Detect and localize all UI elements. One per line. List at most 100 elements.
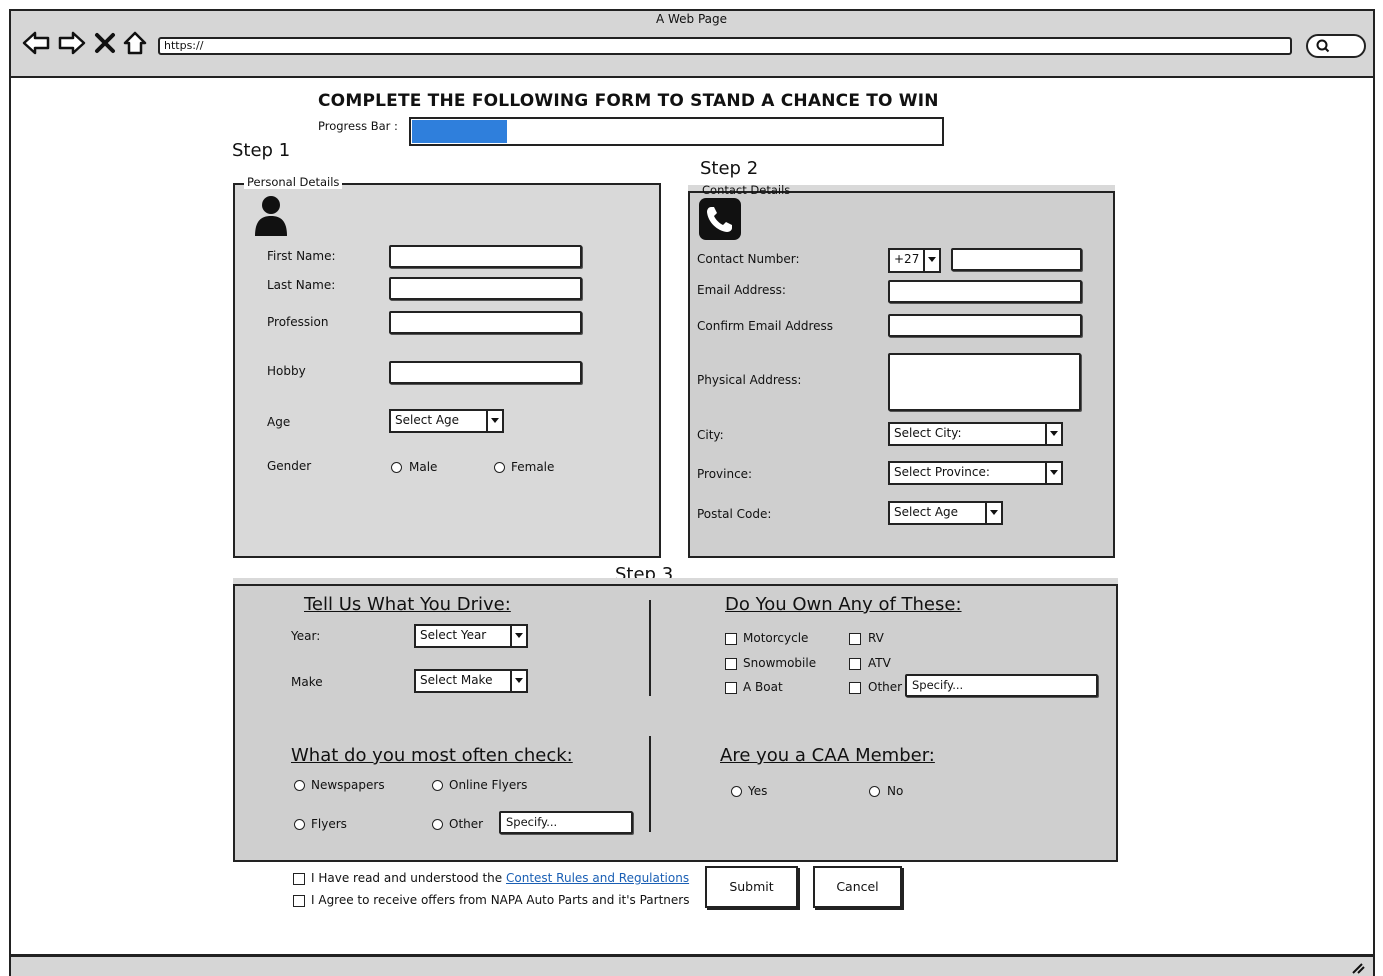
home-icon[interactable] xyxy=(122,30,148,56)
check-heading: What do you most often check: xyxy=(291,745,573,766)
check-specify-placeholder: Specify... xyxy=(506,815,558,829)
resize-grip-icon[interactable] xyxy=(1351,962,1365,974)
confirm-email-input[interactable] xyxy=(888,314,1082,337)
rv-label: RV xyxy=(868,631,884,645)
contact-details-legend: Contact Details xyxy=(702,183,791,197)
online-flyers-label: Online Flyers xyxy=(449,778,528,792)
email-label: Email Address: xyxy=(697,283,786,297)
rules-agree-prefix: I Have read and understood the xyxy=(311,871,503,885)
window-title: A Web Page xyxy=(655,12,728,26)
chevron-down-icon xyxy=(923,250,939,271)
profession-input[interactable] xyxy=(389,311,582,334)
year-select[interactable]: Select Year xyxy=(414,624,528,648)
rules-agree-checkbox[interactable] xyxy=(293,873,305,885)
step-3-panel-top xyxy=(233,578,1118,584)
own-other-specify-input[interactable]: Specify... xyxy=(905,674,1098,697)
year-label: Year: xyxy=(291,629,321,643)
last-name-input[interactable] xyxy=(389,277,582,300)
age-select-value: Select Age xyxy=(395,413,460,427)
offers-checkbox[interactable] xyxy=(293,895,305,907)
country-code-select[interactable]: +27 xyxy=(888,248,941,273)
age-label: Age xyxy=(267,415,291,429)
flyers-radio[interactable] xyxy=(294,819,305,830)
atv-checkbox[interactable] xyxy=(849,658,861,670)
snowmobile-label: Snowmobile xyxy=(743,656,817,670)
chevron-down-icon xyxy=(510,626,526,646)
check-other-specify-input[interactable]: Specify... xyxy=(499,811,633,834)
province-select-value: Select Province: xyxy=(894,465,990,479)
caa-yes-radio[interactable] xyxy=(731,786,742,797)
contest-rules-link[interactable]: Contest Rules and Regulations xyxy=(506,871,689,885)
user-icon xyxy=(255,196,287,236)
url-text: https:// xyxy=(164,39,204,52)
divider xyxy=(649,600,651,696)
gender-female-label: Female xyxy=(511,460,555,474)
rv-checkbox[interactable] xyxy=(849,633,861,645)
back-arrow-icon[interactable] xyxy=(22,30,50,56)
step-2-label: Step 2 xyxy=(700,158,759,179)
submit-button[interactable]: Submit xyxy=(705,866,798,908)
flyers-label: Flyers xyxy=(311,817,347,831)
hobby-input[interactable] xyxy=(389,361,582,384)
email-input[interactable] xyxy=(888,280,1082,303)
city-select[interactable]: Select City: xyxy=(888,422,1063,446)
postal-code-label: Postal Code: xyxy=(697,507,772,521)
chevron-down-icon xyxy=(1045,463,1061,483)
check-other-label: Other xyxy=(449,817,484,831)
newspapers-label: Newspapers xyxy=(311,778,385,792)
snowmobile-checkbox[interactable] xyxy=(725,658,737,670)
gender-label: Gender xyxy=(267,459,312,473)
rules-agree-text: I Have read and understood the Contest R… xyxy=(311,871,689,885)
city-label: City: xyxy=(697,428,724,442)
gender-male-radio[interactable] xyxy=(391,462,402,473)
province-select[interactable]: Select Province: xyxy=(888,461,1063,485)
forward-arrow-icon[interactable] xyxy=(58,30,86,56)
check-other-radio[interactable] xyxy=(432,819,443,830)
physical-address-textarea[interactable] xyxy=(888,353,1081,411)
chevron-down-icon xyxy=(985,503,1001,523)
year-select-value: Select Year xyxy=(420,628,487,642)
postal-code-select-value: Select Age xyxy=(894,505,959,519)
own-heading: Do You Own Any of These: xyxy=(725,594,962,615)
make-select[interactable]: Select Make xyxy=(414,669,528,693)
own-other-checkbox[interactable] xyxy=(849,682,861,694)
phone-icon xyxy=(699,198,741,240)
search-field[interactable] xyxy=(1306,34,1366,58)
make-select-value: Select Make xyxy=(420,673,493,687)
progress-fill xyxy=(412,120,507,143)
caa-no-label: No xyxy=(887,784,904,798)
address-bar[interactable]: https:// xyxy=(158,37,1292,55)
step-3-panel xyxy=(233,584,1118,862)
own-specify-placeholder: Specify... xyxy=(912,678,964,692)
caa-heading: Are you a CAA Member: xyxy=(720,745,935,766)
atv-label: ATV xyxy=(868,656,891,670)
search-icon xyxy=(1316,39,1330,53)
first-name-label: First Name: xyxy=(267,249,336,263)
gender-male-label: Male xyxy=(409,460,438,474)
hobby-label: Hobby xyxy=(267,364,306,378)
first-name-input[interactable] xyxy=(389,245,582,268)
caa-no-radio[interactable] xyxy=(869,786,880,797)
postal-code-select[interactable]: Select Age xyxy=(888,501,1003,525)
caa-yes-label: Yes xyxy=(748,784,768,798)
boat-checkbox[interactable] xyxy=(725,682,737,694)
motorcycle-label: Motorcycle xyxy=(743,631,809,645)
newspapers-radio[interactable] xyxy=(294,780,305,791)
contact-number-label: Contact Number: xyxy=(697,252,800,266)
gender-female-radio[interactable] xyxy=(494,462,505,473)
divider xyxy=(649,736,651,832)
online-flyers-radio[interactable] xyxy=(432,780,443,791)
own-other-label: Other xyxy=(868,680,903,694)
age-select[interactable]: Select Age xyxy=(389,409,504,433)
close-icon[interactable] xyxy=(94,30,116,56)
personal-details-legend: Personal Details xyxy=(244,175,343,189)
make-label: Make xyxy=(291,675,323,689)
contact-number-input[interactable] xyxy=(951,248,1082,271)
motorcycle-checkbox[interactable] xyxy=(725,633,737,645)
progress-label: Progress Bar : xyxy=(318,119,398,133)
step-1-label: Step 1 xyxy=(232,140,291,161)
progress-bar xyxy=(409,117,944,146)
physical-address-label: Physical Address: xyxy=(697,373,802,387)
cancel-button[interactable]: Cancel xyxy=(813,866,902,908)
province-label: Province: xyxy=(697,467,753,481)
